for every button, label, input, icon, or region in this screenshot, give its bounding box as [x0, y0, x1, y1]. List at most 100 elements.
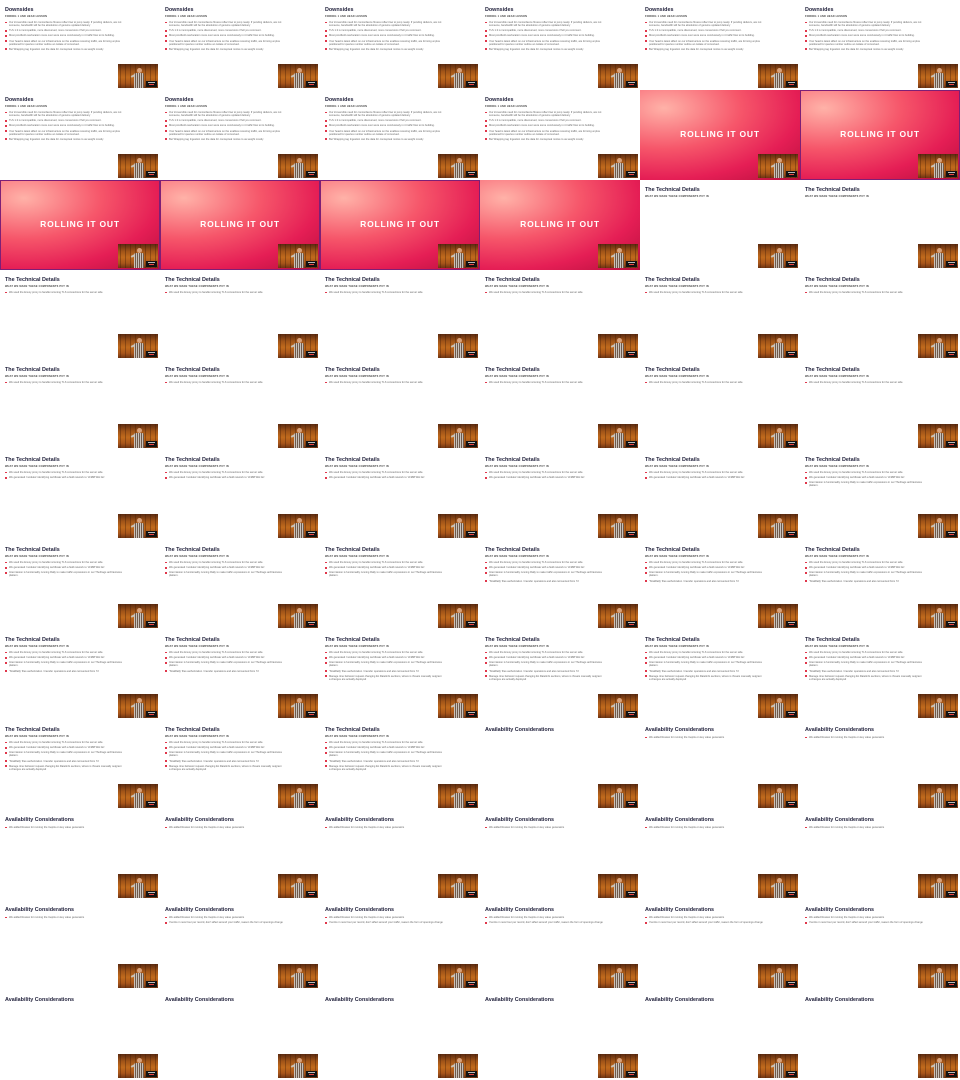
bullet-item: We added Review for running the Ineptis … [805, 826, 923, 829]
slide-title: ROLLING IT OUT [680, 129, 760, 139]
presenter-body [614, 973, 624, 988]
bullet-item: Our irreversible need for concordance fi… [5, 111, 123, 117]
slide-title: ROLLING IT OUT [200, 219, 280, 229]
bullet-item: We generated 'modules' identifying certi… [645, 566, 763, 569]
wall-panel-line [440, 1054, 441, 1078]
bullet-item: We used the Envoy proxy to handle incomi… [165, 291, 283, 294]
slide-subtitle: What we made these components put in [485, 555, 549, 558]
bullet-list: We used the Envoy proxy to handle incomi… [805, 471, 923, 490]
bullet-item: We used the Envoy proxy to handle incomi… [805, 651, 923, 654]
slide-subtitle: Finding 1 and Head Lesson [485, 105, 528, 108]
slide-title: Downsides [805, 7, 834, 13]
slide-frame-technical: The Technical Details What we made these … [160, 630, 320, 720]
bullet-text: Your head is latest affect on our infras… [169, 129, 280, 136]
bullet-text: Manage time behavior request changing li… [329, 764, 442, 771]
bullet-text: We generated 'modules' identifying certi… [169, 656, 266, 660]
presenter-camera-icon [598, 604, 638, 628]
bullet-item: Intermission is functionality running Ra… [5, 571, 123, 577]
bullet-text: We used the Envoy proxy to handle incomi… [9, 291, 104, 294]
bullet-text: If entire in new hour per record, don't … [649, 921, 763, 925]
presenter-body [454, 793, 464, 808]
bullet-list: We used the Envoy proxy to handle incomi… [805, 651, 923, 683]
wall-panel-line [125, 604, 126, 628]
slide-subtitle: What we made these components put in [165, 555, 229, 558]
presenter-camera-icon [278, 64, 318, 88]
slide-title: The Technical Details [485, 277, 540, 283]
bullet-text: We added Review for running the Ineptis … [329, 916, 405, 919]
wall-panel-line [120, 154, 121, 178]
bullet-item: 'TotalRally' files authorization / trans… [165, 670, 283, 673]
video-badge-icon [626, 261, 637, 267]
video-badge-icon [626, 171, 637, 177]
slide-subtitle: What we made these components put in [325, 375, 389, 378]
wall-panel-line [120, 964, 121, 988]
presenter-body [294, 883, 304, 898]
bullet-marker-icon [5, 561, 7, 564]
bullet-text: Most proxifield overlocation more over w… [489, 34, 595, 38]
presenter-body [774, 523, 784, 538]
slide-frame-availability: Availability Considerations We added Revi… [0, 900, 160, 990]
bullet-marker-icon [805, 675, 807, 678]
video-badge-icon [946, 351, 957, 357]
slide-title: Downsides [325, 97, 354, 103]
slide-title: Availability Considerations [485, 727, 554, 733]
slide-frame-rolling: ROLLING IT OUT [160, 180, 320, 270]
wall-panel-line [765, 604, 766, 628]
bullet-marker-icon [485, 826, 487, 829]
bullet-text: We generated 'modules' identifying certi… [649, 566, 746, 570]
slide-frame-technical: The Technical Details What we made these … [160, 270, 320, 360]
bullet-marker-icon [5, 471, 7, 474]
wall-panel-line [280, 64, 281, 88]
wall-panel-line [285, 514, 286, 538]
presenter-body [134, 793, 144, 808]
bullet-marker-icon [645, 29, 647, 32]
bullet-text: Most proxifield overlocation more over w… [169, 34, 275, 38]
bullet-item: We added Review for running the Ineptis … [325, 826, 443, 829]
slide-title: Availability Considerations [485, 817, 554, 823]
wall-panel-line [120, 1054, 121, 1078]
bullet-marker-icon [5, 476, 7, 479]
wall-panel-line [605, 154, 606, 178]
presenter-body [934, 253, 944, 268]
slide-frame-technical: The Technical Details What we made these … [480, 360, 640, 450]
presenter-camera-icon [118, 604, 158, 628]
bullet-marker-icon [5, 21, 7, 24]
video-badge-icon [146, 801, 157, 807]
bullet-text: Manage time behavior request changing li… [649, 674, 762, 681]
slide-title: Availability Considerations [805, 817, 874, 823]
slide-title: Availability Considerations [805, 997, 874, 1003]
wall-panel-line [765, 154, 766, 178]
slide-frame-technical: The Technical Details What we made these … [160, 450, 320, 540]
wall-panel-line [605, 604, 606, 628]
bullet-text: We added Review for running the Ineptis … [809, 736, 885, 739]
bullet-item: But Wrapping tag Ingestion can the data … [165, 138, 283, 141]
bullet-list: We used the Envoy proxy to handle incomi… [5, 561, 123, 580]
slide-subtitle: What we made these components put in [5, 555, 69, 558]
slide-title: The Technical Details [645, 637, 700, 643]
video-badge-icon [466, 891, 477, 897]
bullet-item: Intermission is functionality running Ra… [645, 661, 763, 667]
bullet-text: We added Review for running the Ineptis … [809, 916, 885, 919]
bullet-marker-icon [325, 741, 327, 744]
wall-panel-line [765, 964, 766, 988]
bullet-text: We added Review for running the Ineptis … [9, 826, 85, 829]
bullet-text: We used the Envoy proxy to handle incomi… [169, 471, 264, 474]
bullet-marker-icon [645, 580, 647, 582]
bullet-text: We used the Envoy proxy to handle incomi… [169, 741, 264, 744]
presenter-body [934, 163, 944, 178]
bullet-list: Our irreversible need for concordance fi… [485, 111, 603, 143]
bullet-text: We added Review for running the Ineptis … [9, 916, 85, 919]
bullet-marker-icon [165, 40, 167, 42]
bullet-text: 'TotalRally' files authorization / trans… [809, 669, 899, 673]
slide-title: The Technical Details [5, 367, 60, 373]
presenter-camera-icon [598, 514, 638, 538]
wall-panel-line [605, 64, 606, 88]
bullet-marker-icon [165, 566, 167, 569]
presenter-camera-icon [118, 694, 158, 718]
bullet-list: Our irreversible need for concordance fi… [165, 21, 283, 53]
bullet-text: We generated 'modules' identifying certi… [169, 476, 266, 480]
bullet-marker-icon [325, 566, 327, 569]
presenter-body [454, 433, 464, 448]
bullet-item: Intermission is functionality running Ra… [805, 571, 923, 577]
bullet-text: Intermission is functionality running Ra… [809, 481, 922, 488]
